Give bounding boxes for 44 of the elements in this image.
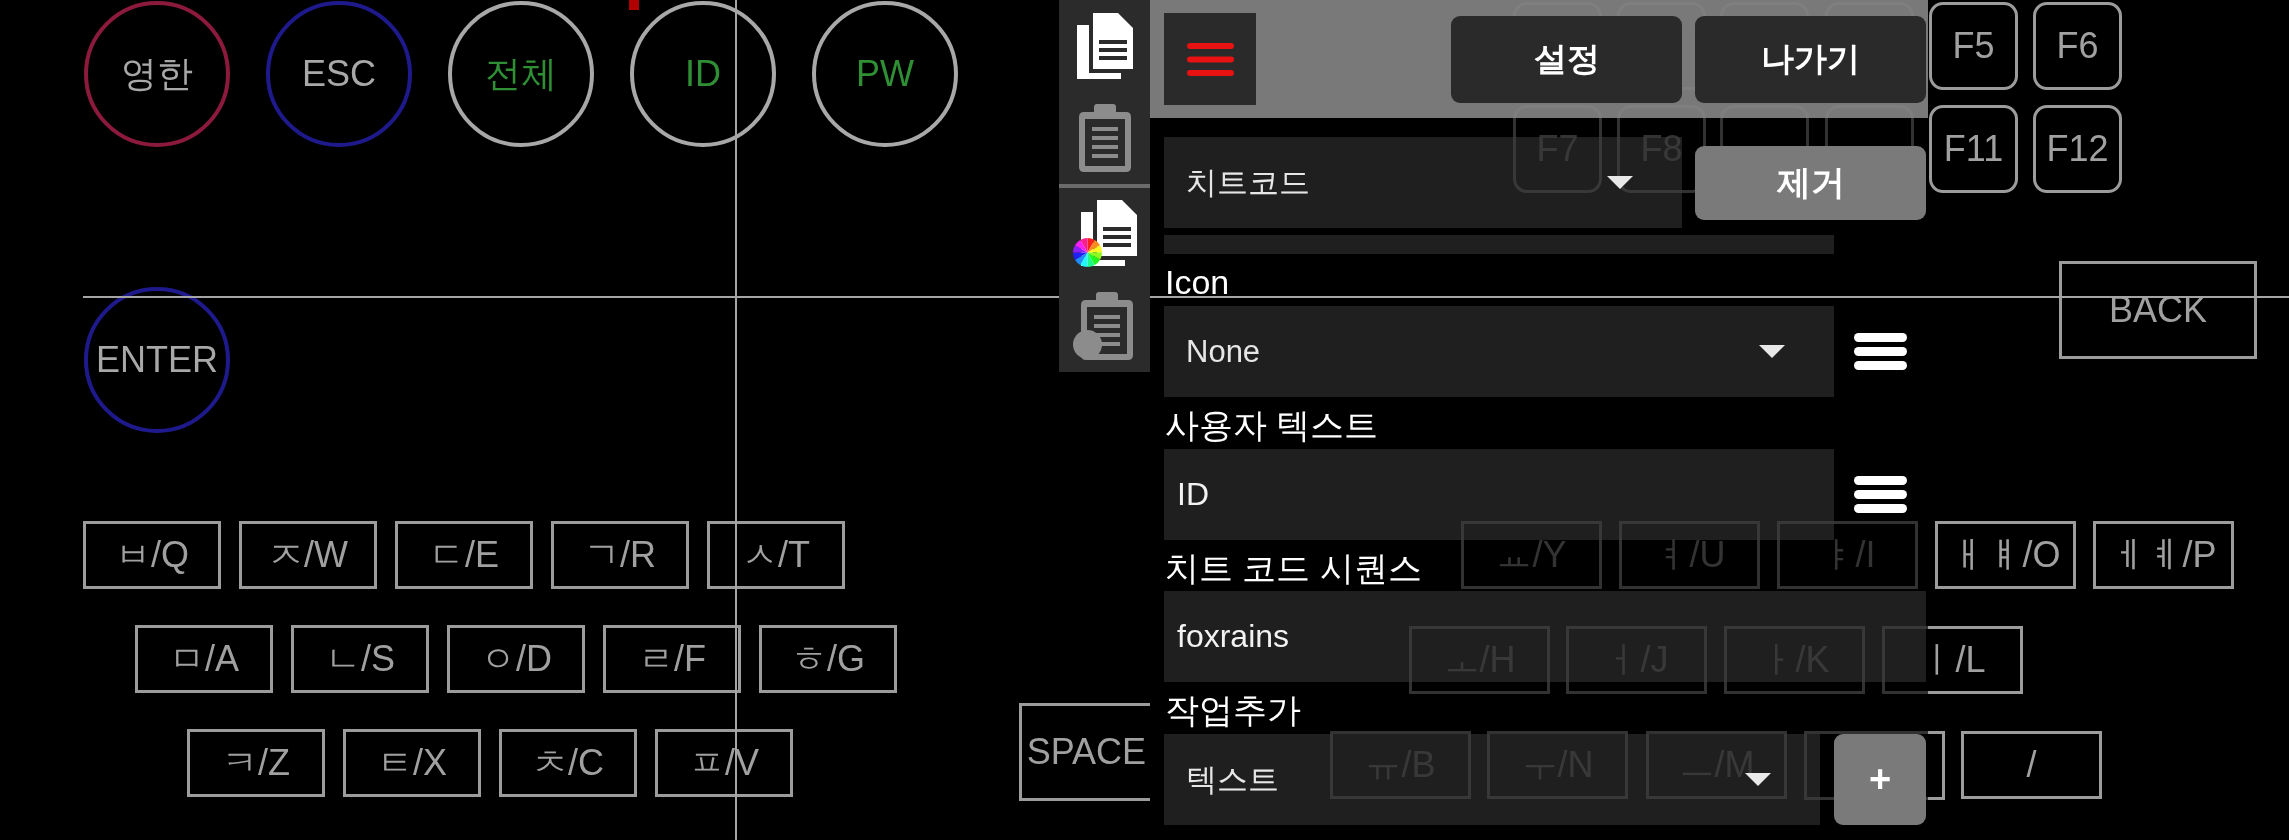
letter-key[interactable]: ㄴ/S — [291, 625, 429, 693]
icon-dropdown[interactable]: None — [1164, 306, 1834, 397]
round-key[interactable]: 영한 — [84, 1, 230, 147]
function-key[interactable]: F12 — [2033, 105, 2122, 193]
letter-key[interactable]: ㄷ/E — [395, 521, 533, 589]
letter-key[interactable]: ㅇ/D — [447, 625, 585, 693]
menu-icon — [1186, 42, 1234, 76]
round-key[interactable]: 전체 — [448, 1, 594, 147]
letter-key[interactable]: ㅁ/A — [135, 625, 273, 693]
letter-key[interactable]: ㅊ/C — [499, 729, 637, 797]
letter-key[interactable]: ㄹ/F — [603, 625, 741, 693]
wide-key[interactable]: SPACE — [1019, 703, 1150, 801]
remove-button[interactable]: 제거 — [1695, 145, 1926, 220]
field-label: 작업추가 — [1164, 690, 1301, 731]
user-text-field[interactable]: ID — [1164, 449, 1834, 540]
add-button[interactable]: + — [1834, 734, 1926, 825]
pages-icon[interactable] — [1076, 13, 1133, 79]
round-key[interactable]: ESC — [266, 1, 412, 147]
function-key[interactable]: F11 — [1929, 105, 2018, 193]
letter-key[interactable]: ㅋ/Z — [187, 729, 325, 797]
letter-key[interactable]: ㅌ/X — [343, 729, 481, 797]
round-key[interactable]: PW — [812, 1, 958, 147]
letter-key[interactable]: / — [1961, 731, 2102, 799]
function-key[interactable]: F6 — [2033, 2, 2122, 90]
field-label: Icon — [1164, 262, 1230, 303]
letter-key[interactable]: ㅎ/G — [759, 625, 897, 693]
menu-icon[interactable] — [1854, 476, 1907, 513]
marker-icon — [629, 0, 639, 10]
field-label: 사용자 텍스트 — [1164, 405, 1379, 446]
letter-key[interactable]: ㅣ/L — [1882, 626, 2023, 694]
letter-key[interactable]: ㅐㅒ/O — [1935, 521, 2076, 589]
letter-key[interactable]: ㅅ/T — [707, 521, 845, 589]
letter-key[interactable]: ㅔㅖ/P — [2093, 521, 2234, 589]
menu-button[interactable] — [1164, 13, 1256, 105]
settings-button[interactable]: 설정 — [1451, 15, 1682, 103]
pages-color-wheel-icon[interactable] — [1072, 200, 1137, 268]
field-label: 치트 코드 시퀀스 — [1164, 548, 1422, 589]
letter-key[interactable]: ㅂ/Q — [83, 521, 221, 589]
caret-icon — [1759, 345, 1785, 358]
menu-icon[interactable] — [1854, 333, 1907, 370]
letter-key[interactable]: ㄱ/R — [551, 521, 689, 589]
exit-button[interactable]: 나가기 — [1695, 15, 1926, 103]
caret-icon — [1607, 176, 1633, 189]
letter-key[interactable]: ㅈ/W — [239, 521, 377, 589]
